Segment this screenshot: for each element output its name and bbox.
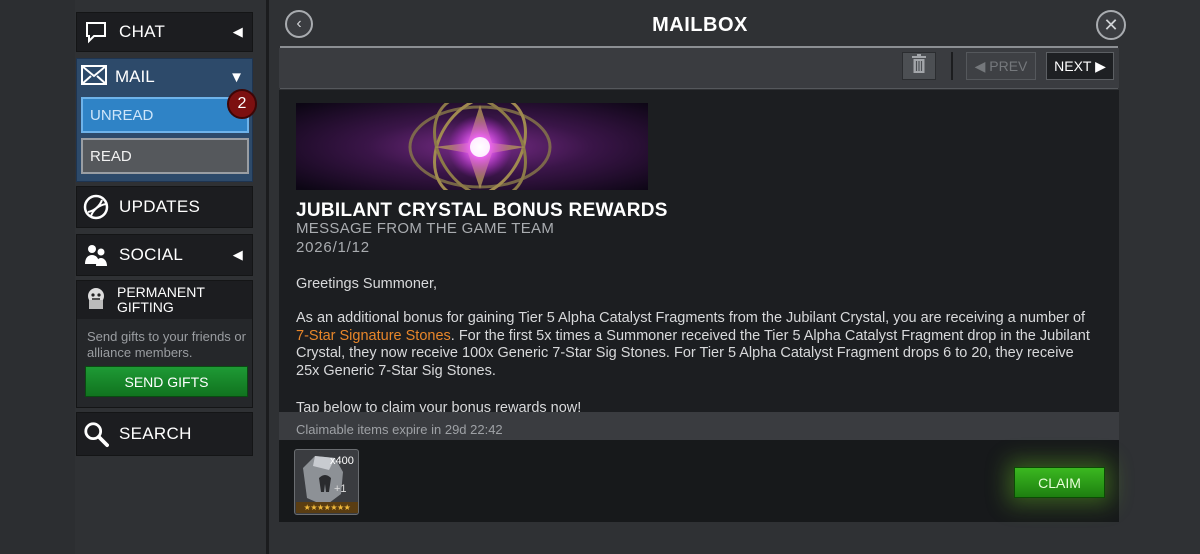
- sidebar-updates-button[interactable]: UPDATES: [76, 186, 253, 228]
- envelope-icon: [81, 64, 107, 90]
- prev-button[interactable]: ◀ PREV: [966, 52, 1036, 80]
- chevron-left-icon: ‹: [296, 15, 302, 32]
- delete-button[interactable]: [902, 52, 936, 80]
- reward-panel: [279, 440, 1119, 522]
- message-sender: MESSAGE FROM THE GAME TEAM: [296, 220, 555, 237]
- sidebar-social-label: SOCIAL: [119, 245, 184, 264]
- message-text: As an additional bonus for gaining Tier …: [296, 310, 1086, 326]
- sidebar-mail-button[interactable]: MAIL ▼: [77, 59, 252, 95]
- claim-button[interactable]: CLAIM: [1014, 467, 1105, 498]
- close-icon: ✕: [1103, 14, 1119, 35]
- sidebar-social-button[interactable]: SOCIAL ◀: [76, 234, 253, 276]
- trash-icon: [911, 54, 927, 78]
- chevron-left-icon: ◀: [232, 24, 243, 39]
- message-date: 2026/1/12: [296, 239, 370, 256]
- mail-unread-label: UNREAD: [90, 106, 154, 124]
- sidebar-mail-label: MAIL: [115, 67, 155, 86]
- message-panel[interactable]: JUBILANT CRYSTAL BONUS REWARDS MESSAGE F…: [279, 90, 1119, 412]
- chevron-down-icon: ▼: [229, 68, 244, 86]
- reward-rank: +1: [334, 483, 347, 495]
- permanent-gifting-header: PERMANENT GIFTING: [77, 281, 252, 319]
- sidebar-chat-label: CHAT: [119, 22, 166, 41]
- reward-quantity: x400: [330, 455, 354, 467]
- mail-read-label: READ: [90, 147, 132, 165]
- chevron-left-icon: ◀: [232, 247, 243, 262]
- send-gifts-button[interactable]: SEND GIFTS: [85, 366, 248, 397]
- expire-text: Claimable items expire in 29d 22:42: [296, 422, 503, 437]
- globe-icon: [83, 194, 109, 220]
- page-title: MAILBOX: [652, 14, 748, 36]
- reward-star-rating: ★★★★★★★: [296, 502, 358, 513]
- permanent-gifting-panel: PERMANENT GIFTING Send gifts to your fri…: [76, 280, 253, 408]
- toolbar-separator: [951, 52, 953, 80]
- sidebar-divider: [266, 0, 269, 554]
- sidebar-mail-group: MAIL ▼ UNREAD READ 2: [76, 58, 257, 182]
- message-title: JUBILANT CRYSTAL BONUS REWARDS: [296, 200, 668, 221]
- left-gutter: [0, 0, 75, 554]
- mail-unread-tab[interactable]: UNREAD: [81, 97, 249, 133]
- message-call-to-action: Tap below to claim your bonus rewards no…: [296, 400, 582, 412]
- toolbar-divider: [280, 88, 1118, 89]
- message-greeting: Greetings Summoner,: [296, 276, 438, 292]
- message-banner-image: [296, 94, 648, 200]
- signature-stones-link[interactable]: 7-Star Signature Stones: [296, 328, 451, 344]
- sidebar-updates-label: UPDATES: [119, 197, 201, 216]
- sidebar-search-label: SEARCH: [119, 424, 192, 443]
- close-button[interactable]: ✕: [1096, 10, 1126, 40]
- sidebar-search-button[interactable]: SEARCH: [76, 412, 253, 456]
- chat-bubble-icon: [83, 19, 109, 45]
- message-paragraph: As an additional bonus for gaining Tier …: [296, 310, 1096, 380]
- permanent-gifting-description: Send gifts to your friends or alliance m…: [87, 329, 246, 360]
- magnifier-icon: [83, 421, 109, 447]
- back-button[interactable]: ‹: [285, 10, 313, 38]
- gift-character-icon: [83, 285, 109, 316]
- next-button[interactable]: NEXT ▶: [1046, 52, 1114, 80]
- people-icon: [83, 242, 109, 268]
- permanent-gifting-title: PERMANENT GIFTING: [117, 284, 205, 315]
- mail-read-tab[interactable]: READ: [81, 138, 249, 174]
- sidebar-chat-button[interactable]: CHAT ◀: [76, 12, 253, 52]
- unread-count-badge: 2: [227, 89, 257, 119]
